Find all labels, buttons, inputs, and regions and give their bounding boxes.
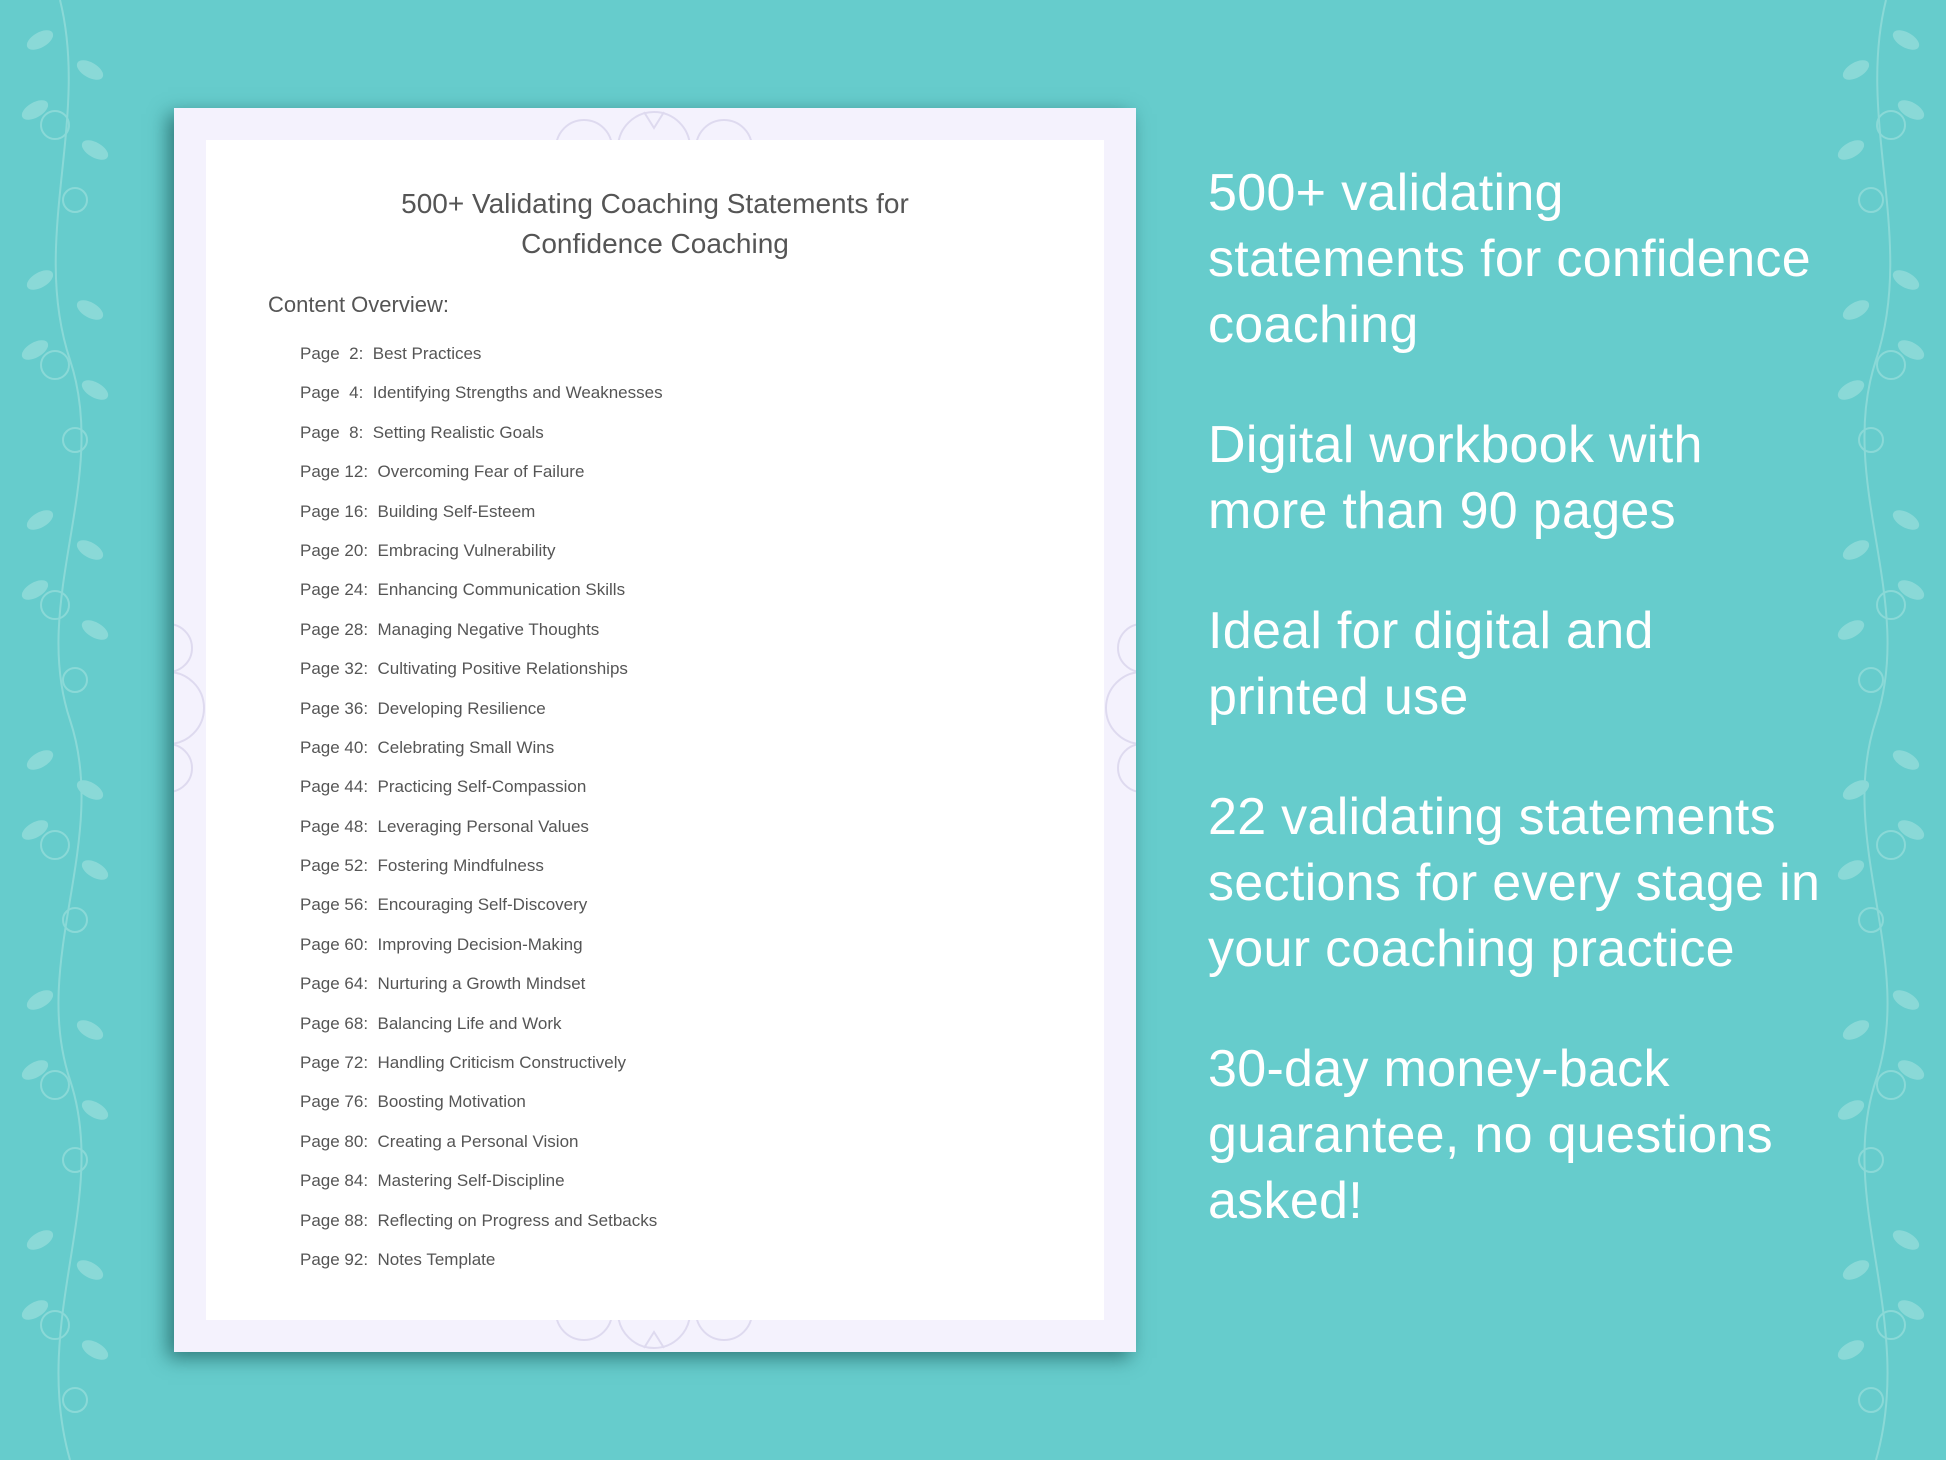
toc-item: Page 4: Identifying Strengths and Weakne… [300,383,663,422]
toc-page: Page 64: [300,974,369,994]
toc-item: Page 36: Developing Resilience [300,699,663,738]
toc-page: Page 4: [300,383,364,403]
toc-topic: Celebrating Small Wins [377,737,555,757]
content-overview-label: Content Overview: [268,292,449,317]
toc-page: Page 12: [300,462,369,482]
toc-item: Page 20: Embracing Vulnerability [300,541,663,580]
toc-item: Page 84: Mastering Self-Discipline [300,1171,663,1210]
toc-topic: Improving Decision-Making [377,934,583,954]
toc-item: Page 24: Enhancing Communication Skills [300,580,663,619]
mandala-ornament-top-icon [556,111,752,140]
toc-page: Page 92: [300,1249,369,1269]
toc-item: Page 16: Building Self-Esteem [300,502,663,541]
toc-topic: Practicing Self-Compassion [377,777,587,797]
toc-page: Page 52: [300,856,369,876]
toc-topic: Overcoming Fear of Failure [377,462,585,482]
mandala-ornament-left-icon [174,623,205,793]
toc-item: Page 28: Managing Negative Thoughts [300,620,663,659]
toc-page: Page 28: [300,619,369,639]
toc-page: Page 68: [300,1013,369,1033]
toc-page: Page 8: [300,422,364,442]
toc-item: Page 12: Overcoming Fear of Failure [300,462,663,501]
table-of-contents: Page 2: Best Practices Page 4: Identifyi… [300,344,663,1289]
toc-page: Page 44: [300,777,369,797]
mandala-ornament-right-icon [1105,623,1136,793]
toc-item: Page 64: Nurturing a Growth Mindset [300,974,663,1013]
toc-page: Page 36: [300,698,369,718]
toc-item: Page 52: Fostering Mindfulness [300,856,663,895]
feature-page-count: Digital workbook with more than 90 pages [1208,416,1703,540]
toc-topic: Mastering Self-Discipline [377,1171,565,1191]
toc-item: Page 40: Celebrating Small Wins [300,738,663,777]
feature-list: 500+ validating statements for confidenc… [1208,160,1828,1288]
feature-format: Ideal for digital and printed use [1208,602,1654,726]
document-title-line-1: 500+ Validating Coaching Statements for [401,188,909,219]
toc-item: Page 32: Cultivating Positive Relationsh… [300,659,663,698]
toc-topic: Setting Realistic Goals [372,422,544,442]
toc-topic: Managing Negative Thoughts [377,619,600,639]
toc-topic: Balancing Life and Work [377,1013,562,1033]
document-content-area: 500+ Validating Coaching Statements for … [206,140,1104,1320]
toc-topic: Best Practices [372,344,482,363]
workbook-page-preview: 500+ Validating Coaching Statements for … [174,108,1136,1352]
toc-item: Page 44: Practicing Self-Compassion [300,777,663,816]
toc-item: Page 68: Balancing Life and Work [300,1014,663,1053]
toc-item: Page 80: Creating a Personal Vision [300,1132,663,1171]
toc-item: Page 88: Reflecting on Progress and Setb… [300,1211,663,1250]
toc-topic: Fostering Mindfulness [377,856,544,876]
toc-topic: Encouraging Self-Discovery [377,895,588,915]
toc-topic: Reflecting on Progress and Setbacks [377,1210,658,1230]
toc-page: Page 32: [300,659,369,679]
toc-topic: Identifying Strengths and Weaknesses [372,383,663,403]
toc-item: Page 92: Notes Template [300,1250,663,1289]
document-title-line-2: Confidence Coaching [521,228,789,259]
feature-guarantee: 30-day money-back guarantee, no question… [1208,1040,1773,1230]
toc-page: Page 60: [300,934,369,954]
toc-topic: Boosting Motivation [377,1092,526,1112]
toc-topic: Building Self-Esteem [377,501,536,521]
toc-page: Page 88: [300,1210,369,1230]
toc-item: Page 72: Handling Criticism Constructive… [300,1053,663,1092]
toc-topic: Leveraging Personal Values [377,816,589,836]
feature-statement-count: 500+ validating statements for confidenc… [1208,164,1811,354]
toc-item: Page 56: Encouraging Self-Discovery [300,895,663,934]
mandala-ornament-bottom-icon [556,1320,752,1349]
toc-topic: Cultivating Positive Relationships [377,659,628,679]
toc-topic: Notes Template [377,1249,496,1269]
toc-page: Page 24: [300,580,369,600]
toc-item: Page 48: Leveraging Personal Values [300,817,663,856]
document-title: 500+ Validating Coaching Statements for … [206,184,1104,264]
toc-page: Page 84: [300,1171,369,1191]
toc-item: Page 2: Best Practices [300,344,663,383]
toc-page: Page 72: [300,1053,369,1073]
toc-page: Page 48: [300,816,369,836]
toc-page: Page 56: [300,895,369,915]
toc-item: Page 8: Setting Realistic Goals [300,423,663,462]
toc-topic: Embracing Vulnerability [377,540,556,560]
toc-topic: Creating a Personal Vision [377,1131,579,1151]
toc-item: Page 76: Boosting Motivation [300,1092,663,1131]
toc-page: Page 80: [300,1131,369,1151]
toc-page: Page 20: [300,540,369,560]
toc-page: Page 40: [300,737,369,757]
floral-vine-left-icon [18,0,112,1460]
toc-topic: Enhancing Communication Skills [377,580,626,600]
toc-page: Page 2: [300,344,364,363]
toc-item: Page 60: Improving Decision-Making [300,935,663,974]
toc-topic: Developing Resilience [377,698,546,718]
toc-page: Page 16: [300,501,369,521]
feature-sections: 22 validating statements sections for ev… [1208,788,1821,978]
toc-topic: Nurturing a Growth Mindset [377,974,586,994]
toc-topic: Handling Criticism Constructively [377,1053,626,1073]
toc-page: Page 76: [300,1092,369,1112]
